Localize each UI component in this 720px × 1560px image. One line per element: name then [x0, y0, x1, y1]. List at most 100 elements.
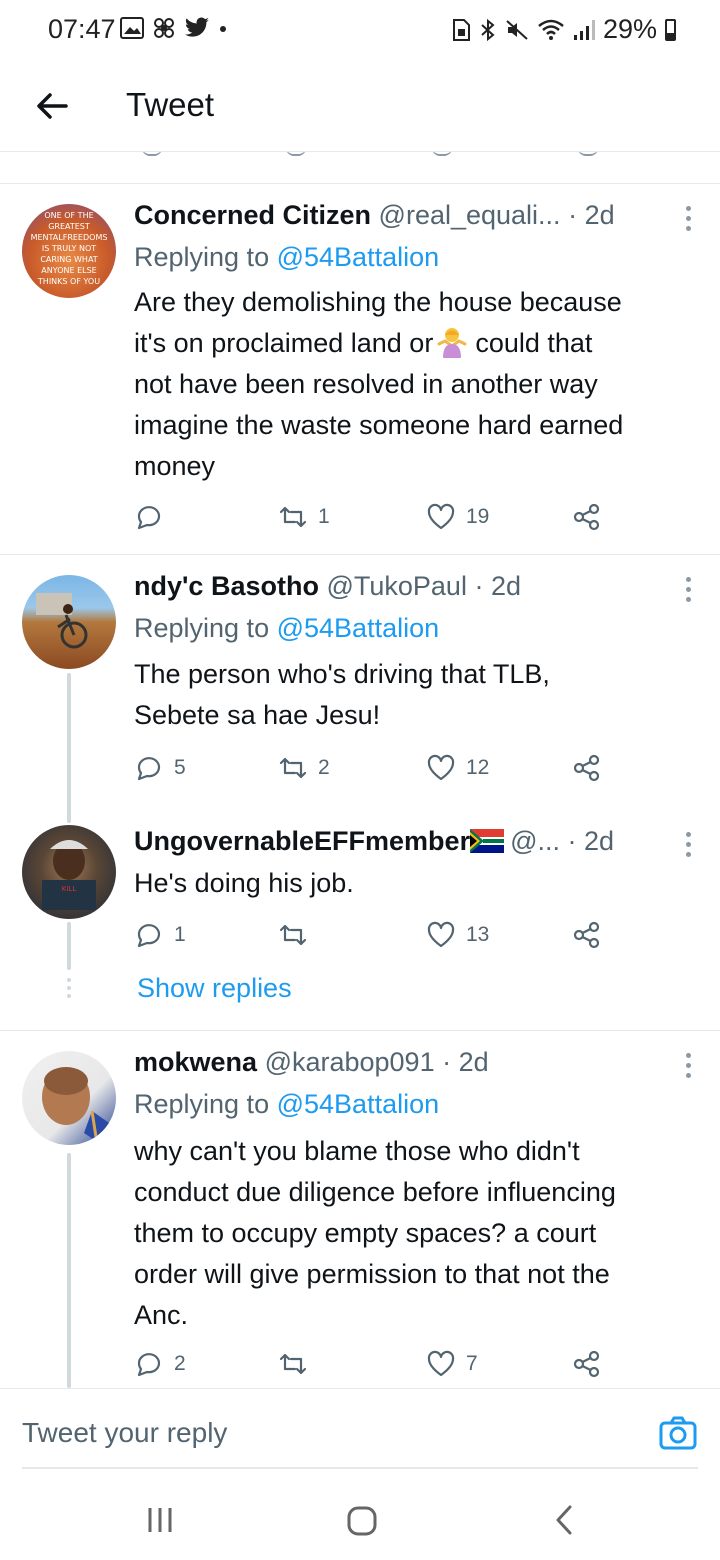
svg-text:MENTALFREEDOMS: MENTALFREEDOMS — [31, 233, 108, 242]
avatar[interactable]: ONE OF THE GREATEST MENTALFREEDOMS IS TR… — [22, 204, 116, 298]
like-button[interactable]: 13 — [426, 920, 489, 950]
battery-icon — [665, 18, 676, 41]
heart-icon — [427, 503, 455, 530]
replying-to: Replying to @54Battalion — [134, 1089, 440, 1119]
retweet-button[interactable]: 2 — [278, 753, 330, 783]
avatar-photo — [42, 1067, 112, 1145]
back-icon[interactable] — [546, 1502, 582, 1538]
author-name[interactable]: mokwena — [134, 1047, 257, 1077]
tweet-time: · 2d — [442, 1047, 489, 1077]
svg-text:ONE OF THE: ONE OF THE — [44, 211, 93, 220]
retweet-count: 1 — [318, 505, 330, 528]
reply-icon — [137, 1353, 161, 1377]
author-handle[interactable]: @real_equali... — [379, 200, 561, 230]
avatar[interactable] — [22, 575, 116, 669]
reply-count: 5 — [174, 756, 186, 779]
status-bar: 07:47 29% — [0, 0, 720, 58]
svg-text:THINKS OF YOU: THINKS OF YOU — [37, 277, 100, 286]
like-count: 19 — [466, 505, 490, 528]
share-button[interactable] — [572, 1349, 602, 1379]
retweet-icon — [279, 924, 307, 946]
tweet-text: The person who's driving that TLB, Sebet… — [134, 659, 550, 730]
tweet-text: Are they demolishing the house because i… — [134, 287, 624, 481]
share-icon — [573, 754, 600, 782]
author-name[interactable]: Concerned Citizen — [134, 200, 371, 230]
author-handle[interactable]: @... — [510, 826, 560, 856]
tweet-time: · 2d — [567, 826, 615, 856]
tweet-time: · 2d — [568, 200, 615, 230]
avatar[interactable]: KILL — [22, 825, 116, 919]
author-name[interactable]: UngovernableEFFmember — [134, 826, 470, 856]
reply-button[interactable]: 1 — [134, 920, 186, 950]
like-count: 7 — [466, 1352, 478, 1375]
camera-icon[interactable] — [658, 1413, 698, 1453]
tweet-text: He's doing his job. — [134, 868, 354, 898]
tweet-actions: 2 7 — [134, 1349, 614, 1383]
reply-mention-link[interactable]: @54Battalion — [277, 1089, 440, 1119]
retweet-count: 2 — [318, 756, 330, 779]
tweet-header: Concerned Citizen @real_equali... · 2d — [134, 200, 660, 231]
status-time: 07:47 — [48, 14, 116, 44]
reply-button[interactable]: 5 — [134, 753, 186, 783]
more-options-icon[interactable] — [684, 577, 692, 605]
top-app-bar: Tweet — [0, 60, 720, 152]
thread-line — [67, 1153, 71, 1388]
reply-input[interactable]: Tweet your reply — [22, 1417, 227, 1449]
gallery-icon — [120, 17, 144, 39]
author-handle[interactable]: @TukoPaul — [326, 571, 466, 601]
reply-button[interactable]: 2 — [134, 1349, 186, 1379]
retweet-button[interactable] — [278, 920, 318, 950]
share-button[interactable] — [572, 502, 602, 532]
svg-text:CARING WHAT: CARING WHAT — [40, 255, 97, 264]
more-options-icon[interactable] — [684, 1053, 692, 1081]
tweet-actions: 1 19 — [134, 502, 614, 536]
reply-button[interactable] — [134, 502, 174, 532]
bluetooth-icon — [481, 18, 495, 41]
signal-icon — [573, 19, 595, 40]
share-button[interactable] — [572, 920, 602, 950]
avatar[interactable] — [22, 1051, 116, 1145]
reply-mention-link[interactable]: @54Battalion — [277, 242, 440, 272]
more-options-icon[interactable] — [684, 832, 692, 860]
retweet-button[interactable]: 1 — [278, 502, 330, 532]
retweet-icon — [279, 1353, 307, 1375]
dot-icon — [220, 26, 226, 32]
system-icons: 29% — [451, 14, 676, 45]
recent-apps-icon[interactable] — [142, 1502, 178, 1538]
thread-dots — [67, 978, 71, 1002]
home-icon[interactable] — [344, 1502, 380, 1538]
author-handle[interactable]: @karabop091 — [265, 1047, 435, 1077]
reply-composer: Tweet your reply — [0, 1388, 720, 1468]
tweet-item[interactable]: ndy'c Basotho @TukoPaul · 2d Replying to… — [0, 555, 720, 823]
like-button[interactable]: 7 — [426, 1349, 478, 1379]
tweet-actions: 1 13 — [134, 920, 614, 954]
reply-mention-link[interactable]: @54Battalion — [277, 613, 440, 643]
avatar-photo — [36, 593, 88, 649]
heart-icon — [427, 754, 455, 781]
svg-text:IS TRULY NOT: IS TRULY NOT — [42, 244, 96, 253]
heart-icon — [427, 1350, 455, 1377]
author-name[interactable]: ndy'c Basotho — [134, 571, 319, 601]
show-replies-link[interactable]: Show replies — [137, 973, 292, 1004]
replying-to: Replying to @54Battalion — [134, 242, 440, 272]
battery-percent: 29% — [602, 14, 657, 44]
like-count: 12 — [466, 756, 490, 779]
composer-underline — [22, 1467, 698, 1469]
tweet-item[interactable]: ONE OF THE GREATEST MENTALFREEDOMS IS TR… — [0, 184, 720, 554]
tweet-item[interactable]: mokwena @karabop091 · 2d Replying to @54… — [0, 1031, 720, 1388]
wifi-icon — [538, 19, 564, 40]
notification-icons — [120, 16, 228, 40]
reply-count: 1 — [174, 923, 186, 946]
more-options-icon[interactable] — [684, 206, 692, 234]
tweet-time: · 2d — [474, 571, 521, 601]
svg-text:ANYONE ELSE: ANYONE ELSE — [41, 266, 96, 275]
like-button[interactable]: 19 — [426, 502, 489, 532]
fan-icon — [154, 18, 174, 38]
share-button[interactable] — [572, 753, 602, 783]
thread-line — [67, 922, 71, 970]
reply-icon — [137, 506, 161, 530]
tweet-item[interactable]: KILL UngovernableEFFmember @... · 2d He's… — [0, 810, 720, 1030]
retweet-button[interactable] — [278, 1349, 318, 1379]
arrow-left-icon[interactable] — [28, 82, 76, 130]
like-button[interactable]: 12 — [426, 753, 489, 783]
